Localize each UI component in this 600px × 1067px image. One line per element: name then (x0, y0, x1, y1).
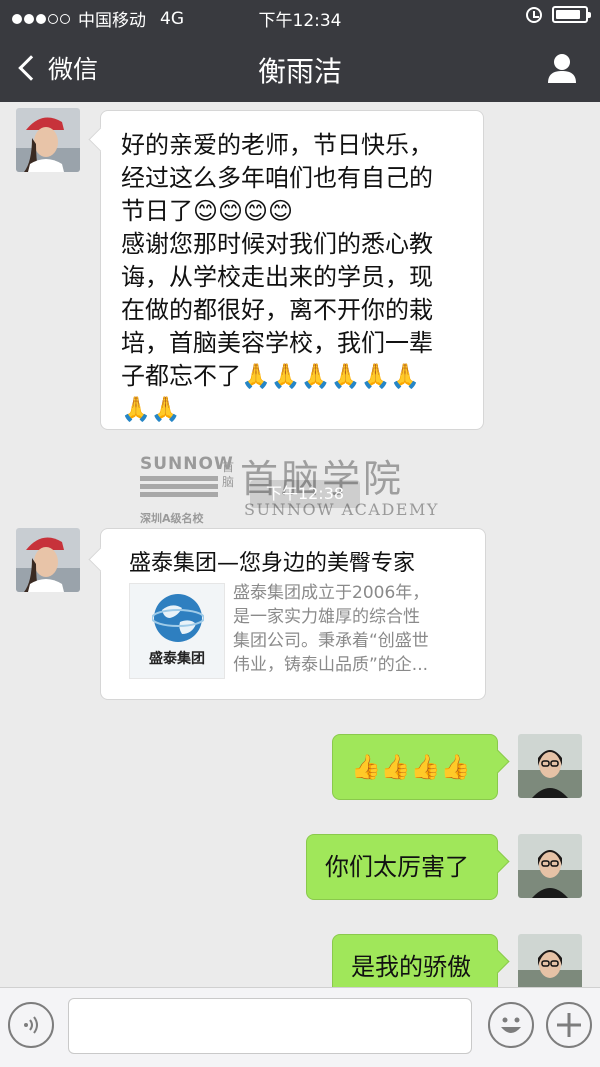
status-time: 下午12:34 (258, 11, 342, 31)
status-right (526, 6, 591, 23)
plus-button[interactable] (546, 1002, 592, 1048)
message-bubble-outgoing[interactable]: 你们太厉害了 (306, 834, 498, 900)
my-avatar[interactable] (518, 834, 582, 898)
message-text: 你们太厉害了 (325, 853, 469, 881)
nav-bar: 微信 衡雨洁 (0, 34, 600, 102)
message-bubble-incoming[interactable]: 好的亲爱的老师，节日快乐， 经过这么多年咱们也有自己的 节日了😊😊😊😊 感谢您那… (100, 110, 484, 430)
message-input[interactable] (68, 998, 472, 1054)
top-bar: 中国移动 4G 下午12:34 微信 衡雨洁 (0, 0, 600, 102)
voice-icon (24, 1016, 38, 1034)
globe-icon (152, 594, 204, 642)
message-text: 是我的骄傲 (351, 953, 471, 981)
message-timestamp: 下午12:38 (250, 480, 360, 508)
contact-avatar[interactable] (16, 528, 80, 592)
input-bar (0, 987, 600, 1067)
chat-area[interactable]: 好的亲爱的老师，节日快乐， 经过这么多年咱们也有自己的 节日了😊😊😊😊 感谢您那… (0, 102, 600, 987)
my-avatar[interactable] (518, 934, 582, 987)
chat-title: 衡雨洁 (257, 55, 342, 88)
watermark-city: 深圳A级名校 (140, 512, 204, 525)
alarm-icon (526, 6, 542, 23)
watermark-logo-bars (140, 476, 218, 500)
my-avatar[interactable] (518, 734, 582, 798)
watermark-side: 首脑 (222, 460, 235, 489)
link-card-title: 盛泰集团—您身边的美臀专家 (129, 551, 416, 576)
status-bar: 中国移动 4G 下午12:34 (0, 0, 600, 34)
link-card[interactable]: 盛泰集团—您身边的美臀专家 盛泰集团 盛泰集团成立于2006年， 是一家实力雄厚… (100, 528, 486, 700)
link-card-brand: 盛泰集团 (149, 651, 205, 667)
message-bubble-outgoing[interactable]: 👍👍👍👍 (332, 734, 498, 800)
message-text: 👍👍👍👍 (351, 753, 471, 781)
battery-level (556, 10, 580, 19)
message-text: 好的亲爱的老师，节日快乐， 经过这么多年咱们也有自己的 节日了😊😊😊😊 感谢您那… (121, 131, 433, 423)
watermark-brand: SUNNOW (140, 454, 234, 474)
voice-button[interactable] (8, 1002, 54, 1048)
message-bubble-outgoing[interactable]: 是我的骄傲 (332, 934, 498, 987)
person-icon[interactable] (546, 52, 578, 84)
emoji-button[interactable] (488, 1002, 534, 1048)
link-card-thumbnail: 盛泰集团 (129, 583, 225, 679)
contact-avatar[interactable] (16, 108, 80, 172)
link-card-description: 盛泰集团成立于2006年， 是一家实力雄厚的综合性 集团公司。秉承着“创盛世 伟… (233, 583, 430, 675)
plus-icon (557, 1013, 581, 1037)
battery-icon (552, 6, 591, 23)
smiley-icon (501, 1017, 521, 1033)
